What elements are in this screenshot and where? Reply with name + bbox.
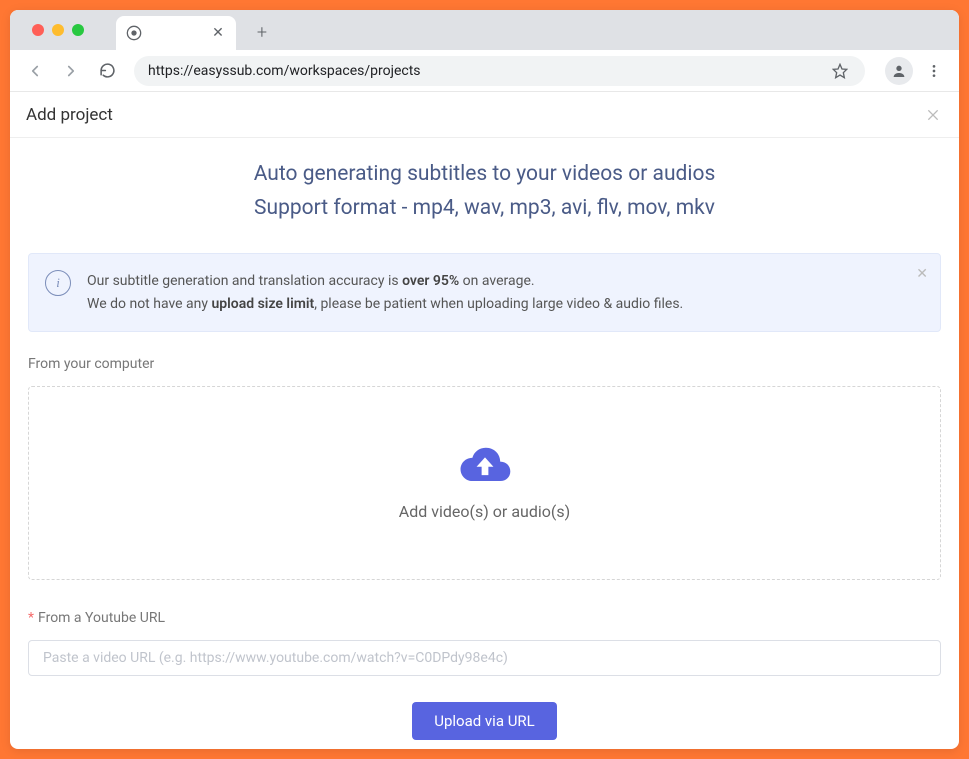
dropzone-text: Add video(s) or audio(s) xyxy=(399,502,570,521)
tab-favicon xyxy=(126,25,142,41)
close-window-button[interactable] xyxy=(32,24,44,36)
forward-button[interactable] xyxy=(56,56,86,86)
headline-line2: Support format - mp4, wav, mp3, avi, flv… xyxy=(28,192,941,226)
browser-window: ✕ + https://easyssub.com/workspaces/proj… xyxy=(10,10,959,749)
kebab-menu-icon[interactable] xyxy=(919,56,949,86)
browser-toolbar: https://easyssub.com/workspaces/projects xyxy=(10,50,959,92)
close-dialog-icon[interactable] xyxy=(923,105,943,125)
info-banner: i Our subtitle generation and translatio… xyxy=(28,253,941,332)
tab-close-icon[interactable]: ✕ xyxy=(210,25,226,41)
headline-line1: Auto generating subtitles to your videos… xyxy=(28,158,941,192)
tab-strip: ✕ + xyxy=(10,10,959,50)
new-tab-button[interactable]: + xyxy=(248,18,276,46)
cloud-upload-icon xyxy=(458,444,512,490)
info-text: Our subtitle generation and translation … xyxy=(87,270,683,315)
info-close-icon[interactable]: ✕ xyxy=(916,266,928,282)
bookmark-star-icon[interactable] xyxy=(829,63,851,79)
url-text: https://easyssub.com/workspaces/projects xyxy=(148,63,829,79)
page-title: Add project xyxy=(26,105,113,125)
required-asterisk: * xyxy=(28,610,34,626)
upload-via-url-button[interactable]: Upload via URL xyxy=(412,702,557,740)
youtube-url-input[interactable] xyxy=(28,640,941,676)
page-header: Add project xyxy=(10,92,959,138)
upload-button-row: Upload via URL xyxy=(28,702,941,740)
from-computer-label: From your computer xyxy=(28,356,941,372)
from-youtube-label: *From a Youtube URL xyxy=(28,610,941,626)
window-controls xyxy=(20,10,96,50)
profile-button[interactable] xyxy=(885,57,913,85)
address-bar[interactable]: https://easyssub.com/workspaces/projects xyxy=(134,56,865,86)
page-content: Auto generating subtitles to your videos… xyxy=(10,138,959,749)
back-button[interactable] xyxy=(20,56,50,86)
minimize-window-button[interactable] xyxy=(52,24,64,36)
headline: Auto generating subtitles to your videos… xyxy=(28,158,941,225)
maximize-window-button[interactable] xyxy=(72,24,84,36)
info-icon: i xyxy=(45,270,71,296)
browser-tab[interactable]: ✕ xyxy=(116,16,236,50)
file-dropzone[interactable]: Add video(s) or audio(s) xyxy=(28,386,941,580)
reload-button[interactable] xyxy=(92,56,122,86)
